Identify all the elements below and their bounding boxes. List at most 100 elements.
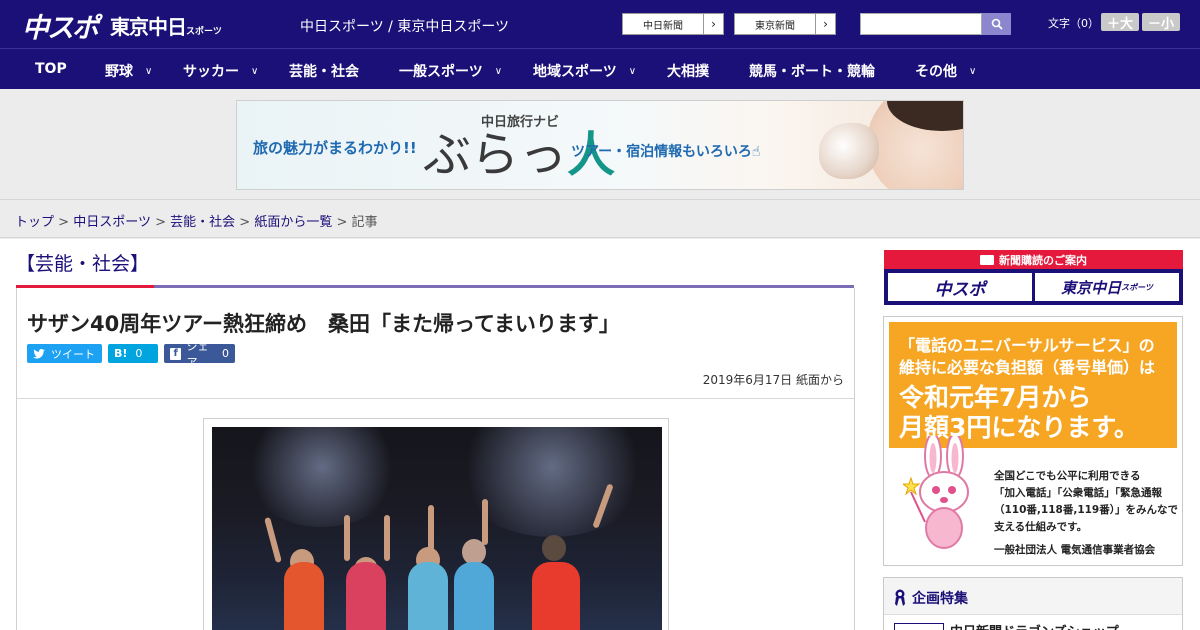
article-date: 2019年6月17日 紙面から — [702, 373, 844, 387]
chevron-right-icon: › — [703, 14, 723, 34]
nav-item-other[interactable]: その他 ∨ — [915, 61, 976, 81]
performer-3 — [408, 562, 448, 630]
chevron-right-icon: › — [815, 14, 835, 34]
nav-item-baseball[interactable]: 野球 ∨ — [105, 61, 152, 81]
feature-box: 企画特集 中日新聞ドラゴンズショップ — [883, 577, 1183, 630]
tokyo-chunichi-logo-text: 東京中日 — [110, 15, 187, 39]
feature-item-dragons-shop[interactable]: 中日新聞ドラゴンズショップ — [950, 621, 1119, 630]
performer-arm — [264, 517, 282, 563]
performer-arm — [428, 505, 434, 551]
performer-2 — [346, 562, 386, 630]
nav-label: 競馬・ボート・競輪 — [749, 64, 875, 80]
feature-list: 中日新聞ドラゴンズショップ — [884, 614, 1182, 630]
tweet-button[interactable]: ツイート — [27, 344, 102, 363]
search-icon — [991, 18, 1003, 30]
article-photo-frame[interactable] — [203, 418, 669, 630]
chunichi-shimbun-label: 中日新聞 — [643, 20, 683, 32]
search-input[interactable] — [860, 13, 982, 35]
ad-line-1: 「電話のユニバーサルサービス」の — [899, 336, 1155, 355]
breadcrumb-bar: トップ > 中日スポーツ > 芸能・社会 > 紙面から一覧 > 記事 — [0, 200, 1200, 238]
feature-title-text: 企画特集 — [912, 591, 968, 607]
breadcrumb-paper-list[interactable]: 紙面から一覧 — [254, 215, 332, 230]
chuspo-logo[interactable]: 中スポ — [22, 6, 99, 45]
performer-5 — [532, 562, 580, 630]
universal-service-ad[interactable]: 「電話のユニバーサルサービス」の 維持に必要な負担額（番号単価）は 令和元年7月… — [883, 316, 1183, 566]
font-bigger-button[interactable]: ＋大 — [1101, 13, 1139, 32]
bunny-mascot-icon — [903, 436, 969, 549]
subscribe-tokyo-chunichi-sub: スポーツ — [1121, 282, 1153, 292]
performer-1 — [284, 562, 324, 630]
nav-item-entertainment[interactable]: 芸能・社会 — [289, 61, 359, 81]
chevron-down-icon: ∨ — [628, 65, 637, 77]
newspaper-icon — [980, 254, 994, 265]
chevron-down-icon: ∨ — [251, 65, 259, 77]
article-title: サザン40周年ツアー熱狂締め 桑田「また帰ってまいります」 — [27, 312, 620, 336]
nav-label: 地域スポーツ — [533, 64, 617, 80]
site-name[interactable]: 中日スポーツ / 東京中日スポーツ — [300, 16, 509, 36]
subscribe-tokyo-chunichi-label: 東京中日 — [1061, 278, 1122, 297]
subscribe-chuspo-button[interactable]: 中スポ — [888, 273, 1032, 301]
performer-head — [542, 535, 566, 561]
breadcrumb-separator: > — [155, 215, 166, 230]
breadcrumb-current: 記事 — [351, 215, 378, 230]
nav-item-general-sports[interactable]: 一般スポーツ ∨ — [399, 61, 502, 81]
tokyo-shimbun-link[interactable]: 東京新聞 › — [734, 13, 836, 35]
subscription-title: 新聞購読のご案内 — [884, 250, 1183, 269]
nav-label: 野球 — [105, 64, 133, 80]
feature-title: 企画特集 — [894, 588, 968, 608]
article-card: サザン40周年ツアー熱狂締め 桑田「また帰ってまいります」 ツイート B! 0 … — [16, 288, 855, 630]
breadcrumb-top[interactable]: トップ — [15, 215, 54, 230]
font-smaller-button[interactable]: －小 — [1142, 13, 1180, 32]
breadcrumb-separator: > — [239, 215, 251, 230]
facebook-label: シェア — [186, 339, 209, 369]
chunichi-shimbun-link[interactable]: 中日新聞 › — [622, 13, 724, 35]
article-divider — [17, 398, 854, 399]
travel-ad-banner[interactable]: 旅の魅力がまるわかり!! 中日旅行ナビ ぶらっ人 ツアー・宿泊情報もいろいろ☝ — [236, 100, 964, 190]
seashell-image — [819, 123, 879, 179]
ad-line-2: 維持に必要な負担額（番号単価）は — [899, 358, 1156, 377]
performer-arm — [344, 515, 350, 561]
nav-label: 大相撲 — [667, 64, 709, 80]
main-nav: TOP 野球 ∨ サッカー ∨ 芸能・社会 一般スポーツ ∨ 地域スポーツ ∨ 大相撲 … — [0, 48, 1200, 89]
concert-photo — [212, 427, 662, 630]
nav-item-top[interactable]: TOP — [35, 61, 67, 77]
nav-item-racing[interactable]: 競馬・ボート・競輪 — [749, 61, 875, 81]
ribbon-icon — [895, 589, 905, 606]
article-category: 【芸能・社会】 — [16, 253, 150, 275]
subscribe-tokyo-chunichi-button[interactable]: 東京中日 スポーツ — [1035, 273, 1179, 301]
banner-brand-big-a: ぶらっ — [423, 127, 568, 183]
nav-label: 一般スポーツ — [399, 64, 483, 80]
breadcrumb-separator: > — [58, 215, 70, 230]
ad-body-line: 支える仕組みです。 — [994, 521, 1088, 533]
top-bar: 中スポ 東京中日スポーツ 中日スポーツ / 東京中日スポーツ 中日新聞 › 東京… — [0, 0, 1200, 48]
breadcrumb-separator: > — [336, 215, 348, 230]
nav-item-sumo[interactable]: 大相撲 — [667, 61, 709, 81]
chevron-down-icon: ∨ — [494, 65, 503, 77]
breadcrumb-chunichi-sports[interactable]: 中日スポーツ — [73, 215, 151, 230]
search-button[interactable] — [982, 13, 1011, 35]
subscription-title-text: 新聞購読のご案内 — [999, 253, 1087, 267]
hatena-bookmark-button[interactable]: B! 0 — [108, 344, 158, 363]
banner-right-text: ツアー・宿泊情報もいろいろ☝ — [571, 141, 760, 161]
performer-4 — [454, 562, 494, 630]
breadcrumb-entertainment[interactable]: 芸能・社会 — [170, 215, 235, 230]
facebook-share-button[interactable]: f シェア 0 — [164, 340, 235, 369]
feature-thumbnail[interactable] — [894, 623, 944, 630]
nav-item-regional-sports[interactable]: 地域スポーツ ∨ — [533, 61, 636, 81]
nav-label: TOP — [35, 61, 67, 77]
font-size-label: 文字（0） — [1048, 17, 1099, 30]
ad-inner: 「電話のユニバーサルサービス」の 維持に必要な負担額（番号単価）は 令和元年7月… — [889, 322, 1178, 560]
ad-banner-area: 旅の魅力がまるわかり!! 中日旅行ナビ ぶらっ人 ツアー・宿泊情報もいろいろ☝ — [0, 89, 1200, 200]
banner-left-text: 旅の魅力がまるわかり!! — [253, 139, 417, 157]
nav-label: 芸能・社会 — [289, 64, 359, 80]
nav-item-soccer[interactable]: サッカー ∨ — [183, 61, 258, 81]
nav-label: サッカー — [183, 64, 239, 80]
facebook-icon: f — [170, 347, 182, 360]
ad-body-line: 「加入電話」「公衆電話」「緊急通報 — [994, 487, 1162, 499]
subscription-box: 新聞購読のご案内 中スポ 東京中日 スポーツ — [884, 250, 1183, 305]
breadcrumb: トップ > 中日スポーツ > 芸能・社会 > 紙面から一覧 > 記事 — [15, 211, 378, 230]
chevron-down-icon: ∨ — [969, 65, 977, 77]
stage-light — [242, 427, 402, 527]
tokyo-chunichi-logo[interactable]: 東京中日スポーツ — [110, 11, 222, 40]
nav-label: その他 — [915, 64, 957, 80]
